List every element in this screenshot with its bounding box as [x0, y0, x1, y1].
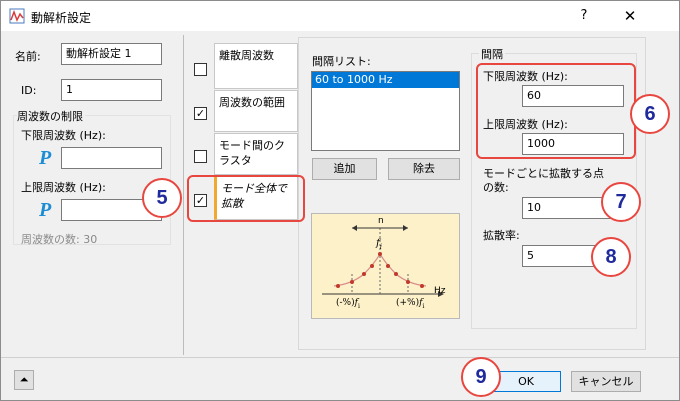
mode-cluster-checkbox[interactable] — [194, 150, 207, 163]
parameter-p-icon[interactable]: P — [39, 147, 51, 170]
freq-count-label: 周波数の数: 30 — [21, 233, 98, 246]
tab-discrete-freq[interactable]: 離散周波数 — [214, 43, 298, 89]
callout-7: 7 — [601, 182, 641, 222]
cancel-button[interactable]: キャンセル — [571, 371, 641, 392]
interval-list-item[interactable]: 60 to 1000 Hz — [312, 72, 459, 88]
id-input[interactable]: 1 — [61, 79, 162, 101]
left-separator — [183, 35, 184, 355]
callout-8: 8 — [591, 237, 631, 277]
callout-box-6 — [476, 63, 636, 159]
points-per-mode-label-2: の数: — [483, 181, 509, 194]
discrete-freq-checkbox[interactable] — [194, 63, 207, 76]
tab-discrete-freq-label: 離散周波数 — [219, 49, 274, 62]
diagram-left-label: (-%)fi — [336, 298, 360, 310]
tab-freq-range[interactable]: 周波数の範囲 — [214, 90, 298, 132]
left-lower-freq-label: 下限周波数 (Hz): — [21, 129, 106, 142]
name-label: 名前: — [15, 50, 41, 63]
ok-button[interactable]: OK — [491, 371, 561, 392]
dialog-window: 動解析設定 ? ✕ 名前: 動解析設定 1 ID: 1 周波数の制限 下限周波数… — [0, 0, 680, 401]
interval-listbox[interactable]: 60 to 1000 Hz — [311, 71, 460, 151]
callout-5: 5 — [142, 178, 182, 218]
callout-9: 9 — [461, 357, 501, 397]
diagram-right-label: (+%)fi — [396, 298, 425, 310]
add-button[interactable]: 追加 — [312, 158, 377, 180]
callout-6: 6 — [630, 94, 670, 134]
interval-group-label: 間隔 — [479, 46, 505, 62]
check-icon: ✓ — [195, 107, 206, 120]
id-label: ID: — [21, 84, 37, 97]
parameter-p-icon-2[interactable]: P — [39, 199, 51, 222]
left-lower-freq-input[interactable] — [61, 147, 162, 169]
app-icon — [9, 8, 25, 24]
spread-diagram: n fi Hz (-%)fi (+%)fi — [311, 213, 460, 319]
tab-mode-cluster[interactable]: モード間のクラスタ — [214, 133, 298, 175]
close-button[interactable]: ✕ — [607, 1, 653, 31]
tab-mode-cluster-label: モード間のクラスタ — [219, 139, 285, 167]
callout-box-5 — [187, 175, 305, 222]
interval-list-label: 間隔リスト: — [312, 55, 371, 68]
help-button[interactable]: ? — [561, 1, 607, 31]
left-upper-freq-label: 上限周波数 (Hz): — [21, 181, 106, 194]
double-chevron-up-icon: ⏶ — [19, 373, 29, 386]
title-bar: 動解析設定 ? ✕ — [1, 1, 679, 31]
freq-range-checkbox[interactable]: ✓ — [194, 107, 207, 120]
footer-separator — [1, 357, 679, 358]
freq-limit-group-label: 周波数の制限 — [17, 108, 85, 124]
name-input[interactable]: 動解析設定 1 — [61, 43, 162, 65]
diagram-n-label: n — [378, 216, 384, 226]
window-title: 動解析設定 — [31, 11, 92, 25]
diagram-fi-label: fi — [376, 238, 382, 251]
spread-diagram-graphic — [322, 225, 444, 297]
expand-button[interactable]: ⏶ — [14, 370, 34, 390]
diagram-hz-label: Hz — [434, 286, 446, 296]
spread-rate-label: 拡散率: — [483, 229, 520, 242]
tab-freq-range-label: 周波数の範囲 — [219, 96, 285, 109]
remove-button[interactable]: 除去 — [388, 158, 460, 180]
